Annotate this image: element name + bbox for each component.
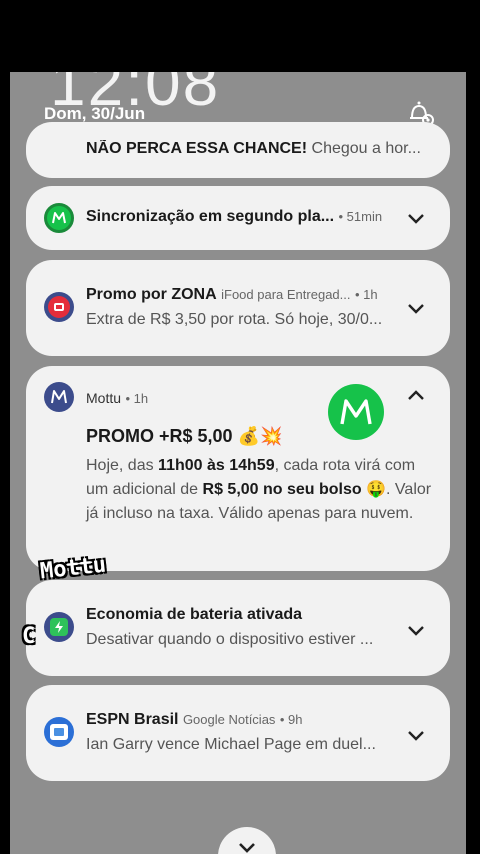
notification-card-battery-saver[interactable]: Economia de bateria ativada Desativar qu… xyxy=(26,580,450,676)
notification-title: Economia de bateria ativada xyxy=(86,606,303,623)
chevron-down-icon[interactable] xyxy=(404,723,428,747)
battery-saver-icon xyxy=(44,612,74,642)
mottu-app-icon xyxy=(44,382,74,412)
notification-time: • 9h xyxy=(279,712,303,727)
google-news-icon xyxy=(44,717,74,747)
notification-card-espn[interactable]: ESPN Brasil Google Notícias • 9h Ian Gar… xyxy=(26,685,450,781)
chevron-down-icon[interactable] xyxy=(404,618,428,642)
chevron-down-icon xyxy=(239,843,255,853)
notification-time: • 51min xyxy=(338,209,383,224)
notification-card-mottu-expanded[interactable]: Mottu • 1h PROMO +R$ 5,00 💰💥 Hoje, das 1… xyxy=(26,366,450,571)
overlay-letter: C xyxy=(22,624,36,649)
collapse-shade-button[interactable] xyxy=(218,827,276,854)
chevron-up-icon[interactable] xyxy=(404,384,428,408)
notification-title: NÃO PERCA ESSA CHANCE! xyxy=(86,140,308,157)
notification-body: Extra de R$ 3,50 por rota. Só hoje, 30/0… xyxy=(86,311,383,328)
notification-card-sync[interactable]: Sincronização em segundo pla... • 51min xyxy=(26,186,450,250)
notification-time: • 1h xyxy=(354,287,378,302)
notification-body: Hoje, das 11h00 às 14h59, cada rota virá… xyxy=(86,457,432,522)
notification-title: Sincronização em segundo pla... xyxy=(86,208,335,225)
notification-body: Desativar quando o dispositivo estiver .… xyxy=(86,631,374,648)
mottu-app-icon xyxy=(44,203,74,233)
notification-app-name: Mottu xyxy=(86,390,122,406)
chevron-down-icon[interactable] xyxy=(404,296,428,320)
notification-time: • 1h xyxy=(125,391,149,406)
date: Dom, 30/Jun xyxy=(44,104,146,123)
mottu-logo xyxy=(328,384,384,440)
ifood-app-icon xyxy=(44,292,74,322)
notification-body: Chegou a hor... xyxy=(311,140,421,157)
notification-shade: 12:08 Dom, 30/Jun NÃO PERCA ESSA CHANCE!… xyxy=(10,72,466,854)
notification-title: ESPN Brasil xyxy=(86,711,179,728)
notification-card-ifood[interactable]: Promo por ZONA iFood para Entregad... • … xyxy=(26,260,450,356)
notification-body: Ian Garry vence Michael Page em duel... xyxy=(86,736,376,753)
notification-title: Promo por ZONA xyxy=(86,286,217,303)
notification-app-name: iFood para Entregad... xyxy=(221,287,351,302)
notification-app-name: Google Notícias xyxy=(182,712,276,727)
notification-title: PROMO +R$ 5,00 💰💥 xyxy=(86,426,283,446)
notification-card-promo-chance[interactable]: NÃO PERCA ESSA CHANCE! Chegou a hor... xyxy=(26,122,450,178)
chevron-down-icon[interactable] xyxy=(404,206,428,230)
